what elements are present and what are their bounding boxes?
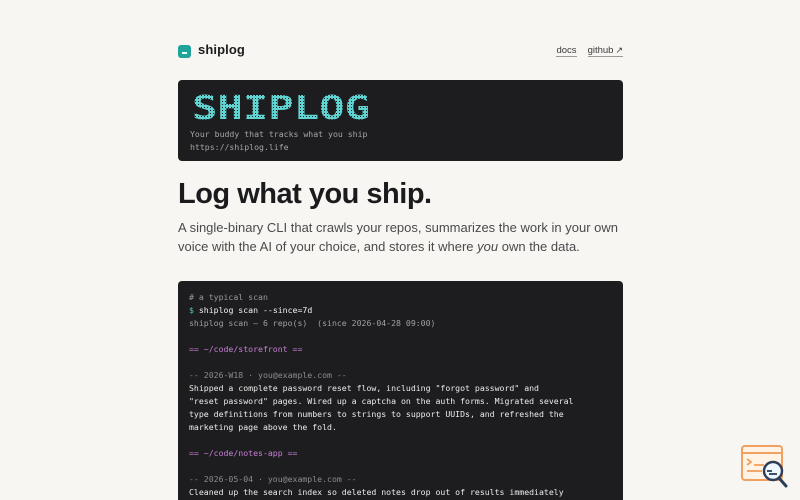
arrow-up-right-icon: ↗ bbox=[615, 45, 623, 55]
hero-subtitle-emphasis: you bbox=[477, 239, 499, 254]
brand-name[interactable]: shiplog bbox=[198, 42, 245, 57]
terminal-command: shiplog scan --since=7d bbox=[198, 305, 313, 315]
nav-link-github[interactable]: github ↗ bbox=[587, 45, 623, 57]
terminal-repo-heading: == ~/code/notes-app == bbox=[189, 448, 298, 458]
terminal-entry-line: "reset password" pages. Wired up a captc… bbox=[189, 396, 574, 406]
terminal-blank bbox=[189, 356, 612, 369]
terminal-blank bbox=[189, 330, 612, 343]
top-nav: docs github ↗ bbox=[545, 45, 623, 57]
terminal-blank bbox=[189, 434, 612, 447]
hero-subtitle-end: own the data. bbox=[498, 239, 580, 254]
terminal-repo-heading: == ~/code/storefront == bbox=[189, 344, 303, 354]
terminal-entry-line: type definitions from numbers to strings… bbox=[189, 409, 564, 419]
search-document-widget[interactable] bbox=[740, 444, 790, 490]
hero-subtitle: A single-binary CLI that crawls your rep… bbox=[178, 218, 623, 256]
search-document-icon bbox=[741, 445, 788, 488]
terminal-entry-line: marketing page above the fold. bbox=[189, 422, 337, 432]
banner-tagline: Your buddy that tracks what you ship bbox=[190, 129, 368, 139]
terminal-entry-meta: -- 2026-05-04 · you@example.com -- bbox=[189, 474, 357, 484]
terminal-entry-line: Shipped a complete password reset flow, … bbox=[189, 383, 539, 393]
site-header: shiplog docs github ↗ bbox=[178, 42, 623, 60]
terminal-logo-icon[interactable] bbox=[178, 45, 191, 58]
ascii-banner: SHIPLOG Your buddy that tracks what you … bbox=[178, 80, 623, 161]
terminal-example: # a typical scan $ shiplog scan --since=… bbox=[178, 281, 623, 500]
banner-tagline-block: Your buddy that tracks what you ship htt… bbox=[190, 128, 367, 154]
hero-title: Log what you ship. bbox=[178, 178, 432, 210]
terminal-prompt: $ bbox=[189, 305, 194, 315]
terminal-entry-line: Cleaned up the search index so deleted n… bbox=[189, 487, 564, 497]
terminal-blank bbox=[189, 460, 612, 473]
banner-url: https://shiplog.life bbox=[190, 142, 289, 152]
ascii-logo-text: SHIPLOG bbox=[192, 90, 370, 124]
ascii-logo: SHIPLOG bbox=[192, 90, 370, 124]
nav-link-docs[interactable]: docs bbox=[556, 45, 577, 57]
terminal-command-line: $ shiplog scan --since=7d bbox=[189, 304, 612, 317]
terminal-comment: # a typical scan bbox=[189, 292, 268, 302]
terminal-entry-meta: -- 2026-W18 · you@example.com -- bbox=[189, 370, 347, 380]
nav-link-github-label: github bbox=[587, 45, 614, 56]
terminal-scan-summary: shiplog scan — 6 repo(s) (since 2026-04-… bbox=[189, 318, 436, 328]
